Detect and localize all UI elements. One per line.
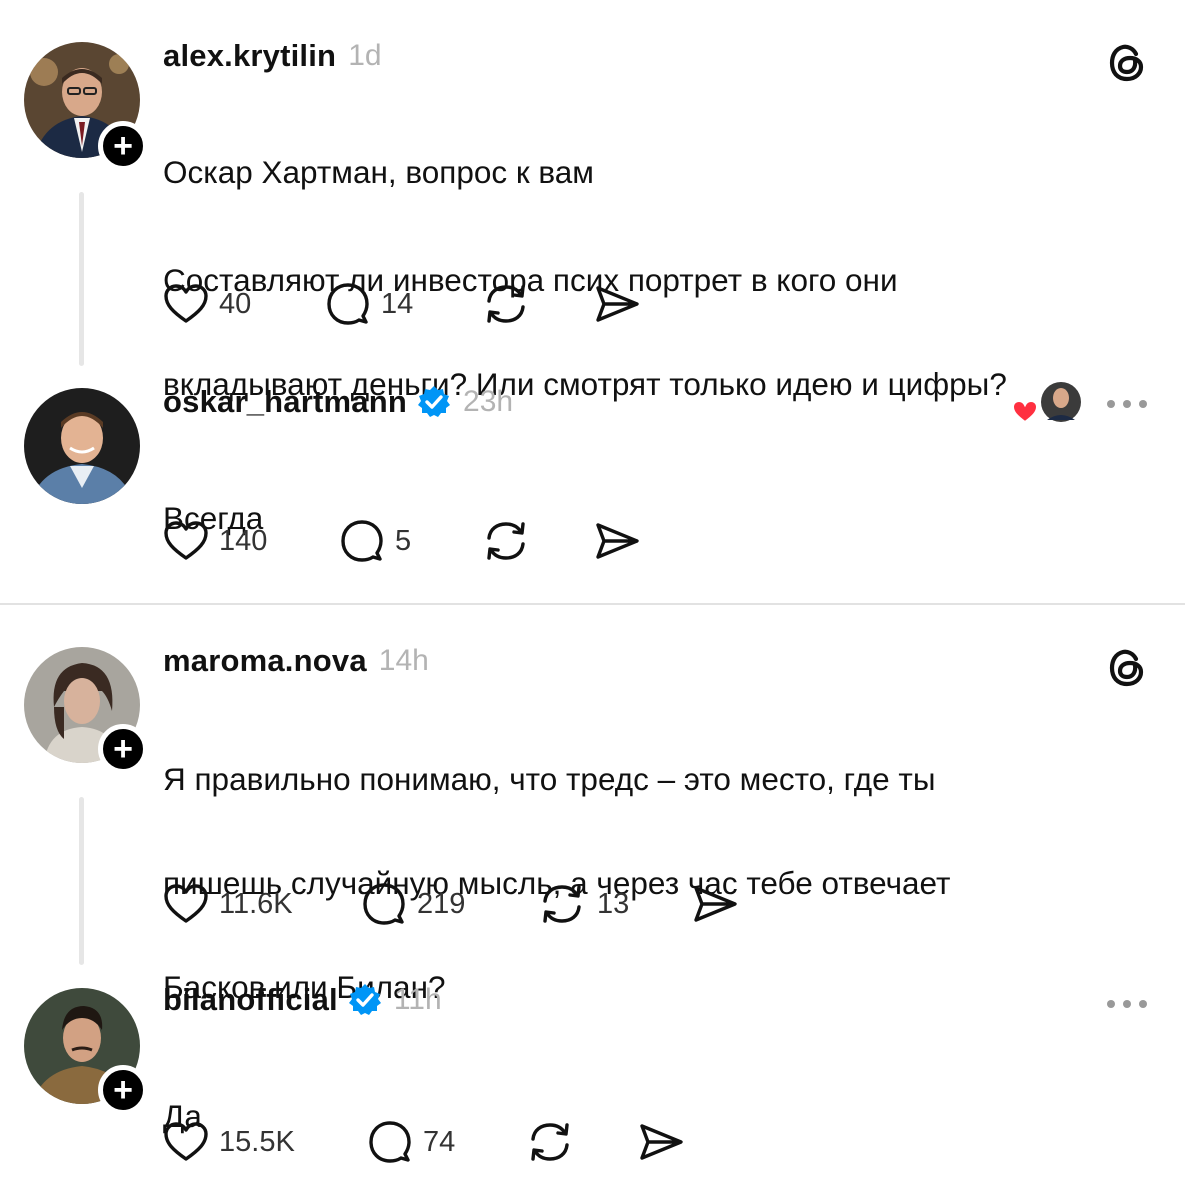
username[interactable]: maroma.nova — [163, 643, 367, 679]
heart-icon — [164, 884, 208, 923]
more-options-icon[interactable] — [1105, 996, 1149, 1012]
post-text: Да — [163, 1038, 1153, 1194]
repost-button[interactable]: 13 — [537, 879, 629, 929]
avatar[interactable] — [24, 388, 140, 504]
heart-icon — [164, 1122, 208, 1161]
timestamp: 14h — [378, 644, 429, 677]
reply-count: 5 — [395, 524, 412, 557]
share-icon — [596, 286, 639, 322]
like-button[interactable]: 140 — [163, 516, 267, 566]
reply-button[interactable]: 74 — [367, 1117, 455, 1167]
timestamp: 1d — [348, 39, 382, 72]
share-icon — [694, 886, 737, 922]
thread-connector-line — [79, 192, 84, 366]
post-alex-krytilin: + alex.krytilin 1d Оскар Хартман, вопрос… — [0, 0, 1185, 402]
post-header: bilanofficial 11h — [163, 978, 442, 1022]
repost-icon — [487, 522, 525, 560]
post-header: maroma.nova 14h — [163, 639, 429, 683]
comment-icon — [327, 283, 369, 325]
post-text-line: Всегда — [163, 500, 264, 536]
comment-icon — [369, 1121, 411, 1163]
reply-count: 219 — [417, 887, 466, 920]
repost-count: 13 — [597, 887, 630, 920]
like-count: 11.6K — [219, 887, 293, 920]
follow-plus-icon[interactable]: + — [98, 1065, 148, 1115]
post-text-line: пишешь случайную мысль, а через час тебе… — [163, 865, 951, 901]
username[interactable]: bilanofficial — [163, 982, 338, 1018]
repost-icon — [543, 885, 581, 923]
like-count: 15.5K — [219, 1125, 295, 1158]
reply-button[interactable]: 14 — [325, 279, 413, 329]
repost-icon — [487, 285, 525, 323]
comment-icon — [341, 520, 383, 562]
reply-count: 74 — [423, 1125, 456, 1158]
share-button[interactable] — [593, 516, 641, 566]
comment-icon — [363, 883, 405, 925]
timestamp: 23h — [463, 385, 514, 418]
post-text-line: Оскар Хартман, вопрос к вам — [163, 154, 594, 190]
threads-logo-icon — [1109, 649, 1144, 687]
repost-icon — [531, 1123, 569, 1161]
post-text-line: Я правильно понимаю, что тредс – это мес… — [163, 761, 936, 797]
heart-icon — [164, 284, 208, 323]
like-button[interactable]: 11.6K — [163, 879, 293, 929]
thread-connector-line — [79, 797, 84, 965]
like-button[interactable]: 15.5K — [163, 1117, 295, 1167]
post-maroma-nova: + maroma.nova 14h Я правильно понимаю, ч… — [0, 605, 1185, 1005]
username[interactable]: alex.krytilin — [163, 38, 336, 74]
share-icon — [640, 1124, 683, 1160]
reply-button[interactable]: 219 — [361, 879, 465, 929]
more-options-icon[interactable] — [1105, 396, 1149, 412]
heart-icon — [164, 521, 208, 560]
reply-count: 14 — [381, 287, 414, 320]
like-count: 140 — [219, 524, 268, 557]
post-header: oskar_hartmann 23h — [163, 380, 513, 424]
share-button[interactable] — [593, 279, 641, 329]
reply-button[interactable]: 5 — [339, 516, 411, 566]
verified-badge-icon — [418, 386, 451, 417]
post-oskar-hartmann: oskar_hartmann 23h Всегда 140 5 — [0, 370, 1185, 600]
post-header: alex.krytilin 1d — [163, 34, 382, 78]
like-count: 40 — [219, 287, 252, 320]
post-text-line: Составляют ли инвестора псих портрет в к… — [163, 262, 898, 298]
repost-button[interactable] — [481, 516, 531, 566]
timestamp: 11h — [393, 983, 442, 1016]
share-button[interactable] — [691, 879, 739, 929]
follow-plus-icon[interactable]: + — [98, 724, 148, 774]
threads-logo-icon — [1109, 44, 1144, 82]
repost-button[interactable] — [481, 279, 531, 329]
username[interactable]: oskar_hartmann — [163, 384, 407, 420]
share-icon — [596, 523, 639, 559]
verified-badge-icon — [348, 984, 381, 1015]
post-text: Всегда — [163, 440, 1153, 596]
follow-plus-icon[interactable]: + — [98, 121, 148, 171]
post-bilanofficial: + bilanofficial 11h Да 15.5K 74 — [0, 970, 1185, 1200]
like-button[interactable]: 40 — [163, 279, 251, 329]
share-button[interactable] — [637, 1117, 685, 1167]
liked-by-author-icon — [1011, 382, 1081, 424]
repost-button[interactable] — [525, 1117, 575, 1167]
